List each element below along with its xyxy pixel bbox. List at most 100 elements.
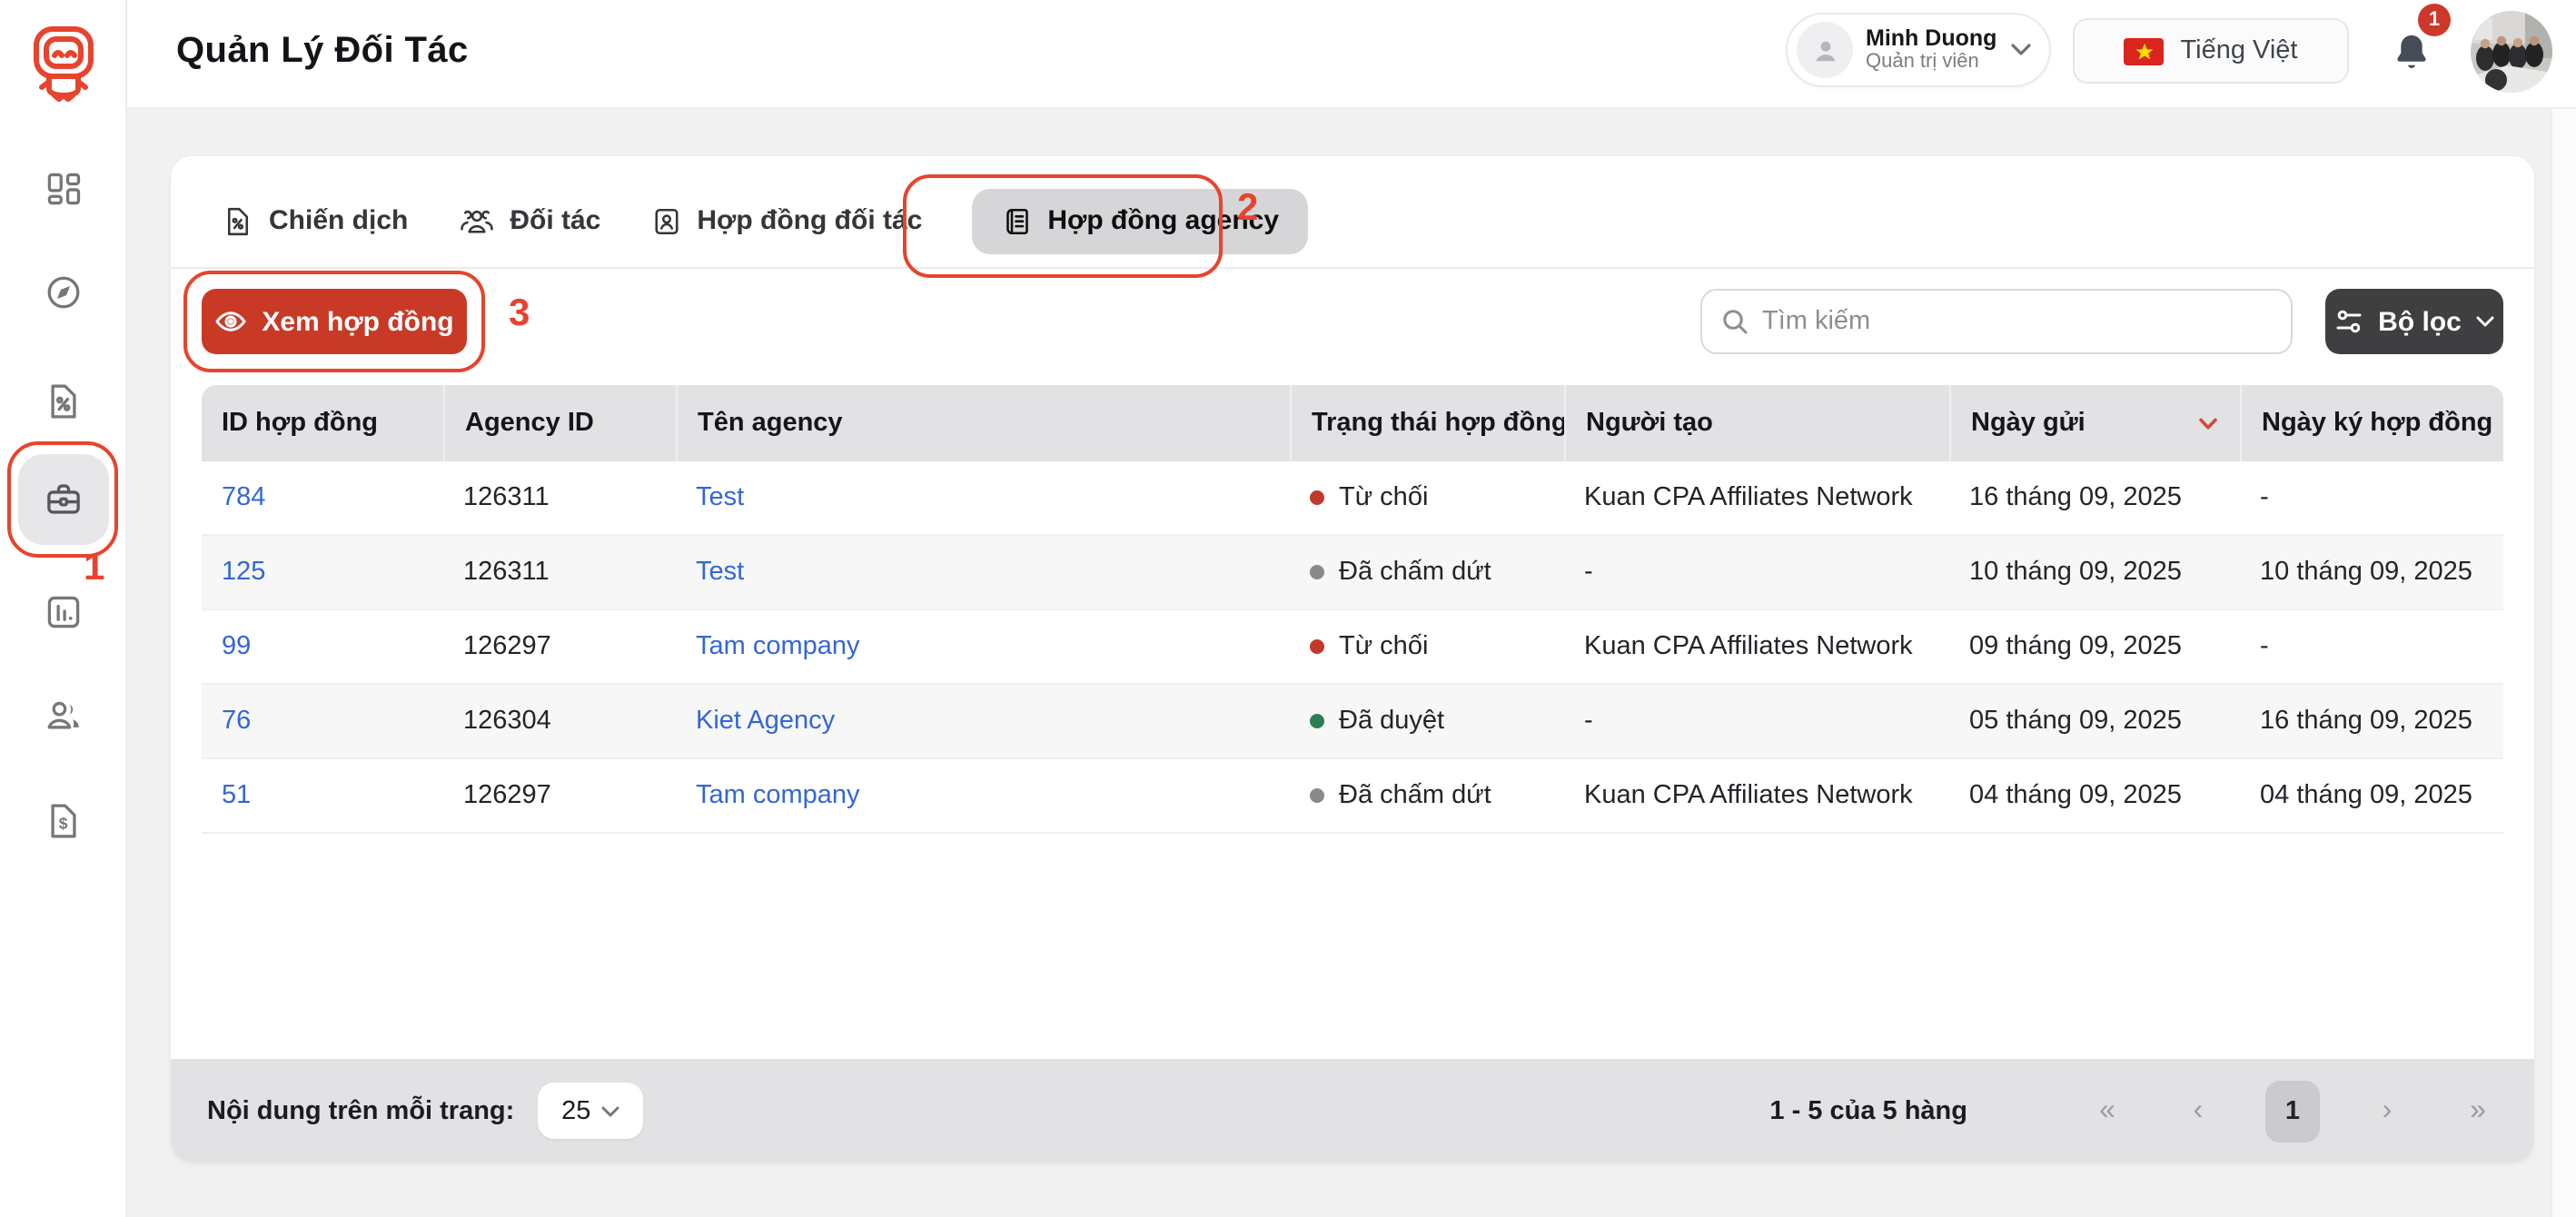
filter-label: Bộ lọc [2378,306,2462,337]
sidebar-item-partner-management[interactable] [18,454,109,545]
per-page-label: Nội dung trên mỗi trang: [207,1096,514,1125]
search-input[interactable] [1762,307,2273,336]
tabs-row: Chiến dịch Đối tác Hợp đồng đối [171,156,2534,269]
table-row: 125 126311 Test Đã chấm dứt - 10 tháng 0… [202,536,2503,610]
cell-creator: - [1564,685,1949,757]
table-row: 76 126304 Kiet Agency Đã duyệt - 05 thán… [202,685,2503,759]
cell-status: Từ chối [1290,461,1564,534]
dashboard-icon [44,169,84,209]
per-page-select[interactable]: 25 [538,1083,643,1139]
cell-status: Đã duyệt [1290,685,1564,757]
sidebar: $ [0,0,127,1217]
status-dot-icon [1310,788,1324,803]
tab-hop-dong-doi-tac[interactable]: Hợp đồng đối tác [649,204,922,237]
cell-signed-date: 04 tháng 09, 2025 [2240,759,2503,832]
content-card: Chiến dịch Đối tác Hợp đồng đối [171,156,2534,1163]
tab-label: Chiến dịch [269,205,408,236]
view-contract-button[interactable]: Xem hợp đồng [202,289,467,354]
view-contract-label: Xem hợp đồng [262,306,453,337]
cell-agency-name: Tam company [676,759,1290,832]
cell-agency-name: Kiet Agency [676,685,1290,757]
contract-id-link[interactable]: 784 [222,483,265,512]
current-page[interactable]: 1 [2265,1080,2320,1142]
cell-agency-id: 126304 [443,685,676,757]
column-header-agency-name[interactable]: Tên agency [676,385,1290,461]
user-texts: Minh Duong Quản trị viên [1866,25,1998,74]
tab-label: Đối tác [510,205,600,236]
last-page-button[interactable]: » [2454,1083,2502,1138]
cell-contract-id: 99 [202,610,443,683]
search-icon [1720,307,1749,336]
contract-id-link[interactable]: 99 [222,632,251,661]
user-menu[interactable]: Minh Duong Quản trị viên [1786,13,2051,87]
app-root: $ Quản Lý Đối Tác Minh Duong Quản trị vi… [0,0,2576,1217]
column-header-status[interactable]: Trạng thái hợp đồng [1290,385,1564,461]
sidebar-item-campaign-contracts[interactable] [18,356,109,447]
notification-badge: 1 [2418,4,2451,36]
agency-name-link[interactable]: Test [696,558,744,587]
sidebar-item-reports[interactable] [18,567,109,658]
contract-id-link[interactable]: 76 [222,707,251,736]
cell-contract-id: 51 [202,759,443,832]
cell-creator: Kuan CPA Affiliates Network [1564,610,1949,683]
cell-agency-name: Test [676,461,1290,534]
column-header-sent-date[interactable]: Ngày gửi [1949,385,2240,461]
status-dot-icon [1310,490,1324,505]
svg-text:$: $ [59,814,68,832]
profile-avatar[interactable] [2471,11,2552,93]
eye-icon [214,305,247,338]
table-row: 99 126297 Tam company Từ chối Kuan CPA A… [202,610,2503,685]
previous-page-button[interactable]: ‹ [2175,1083,2222,1138]
agency-name-link[interactable]: Tam company [696,632,860,661]
chevron-down-icon [2011,44,2031,56]
sliders-icon [2334,307,2363,336]
status-label: Từ chối [1339,632,1428,661]
sidebar-item-dashboard[interactable] [18,143,109,234]
scrollbar[interactable] [2551,0,2576,1217]
cell-creator: Kuan CPA Affiliates Network [1564,759,1949,832]
tab-doi-tac[interactable]: Đối tác [457,204,600,237]
contract-id-link[interactable]: 125 [222,558,265,587]
cell-agency-id: 126311 [443,461,676,534]
tab-hop-dong-agency[interactable]: Hợp đồng agency [971,188,1308,253]
sort-desc-icon [2198,417,2218,430]
column-header-creator[interactable]: Người tạo [1564,385,1949,461]
chevron-down-icon [2476,316,2494,327]
agency-name-link[interactable]: Kiet Agency [696,707,835,736]
sidebar-item-users[interactable] [18,670,109,761]
agency-name-link[interactable]: Tam company [696,781,860,810]
status-dot-icon [1310,565,1324,579]
sidebar-item-billing[interactable]: $ [18,776,109,866]
search-box [1700,289,2293,354]
status-label: Từ chối [1339,483,1428,512]
app-logo-robot-icon[interactable] [27,18,100,105]
cell-status: Đã chấm dứt [1290,759,1564,832]
per-page-value: 25 [561,1096,590,1125]
cell-sent-date: 10 tháng 09, 2025 [1949,536,2240,608]
status-dot-icon [1310,639,1324,654]
filter-button[interactable]: Bộ lọc [2325,289,2503,354]
tab-chien-dich[interactable]: Chiến dịch [222,204,408,237]
pagination-footer: Nội dung trên mỗi trang: 25 1 - 5 của 5 … [171,1059,2534,1163]
cell-status: Từ chối [1290,610,1564,683]
sidebar-item-discover[interactable] [18,247,109,338]
agency-name-link[interactable]: Test [696,483,744,512]
tab-label: Hợp đồng đối tác [697,205,922,236]
cell-contract-id: 125 [202,536,443,608]
compass-icon [44,272,84,312]
table-row: 784 126311 Test Từ chối Kuan CPA Affilia… [202,461,2503,536]
first-page-button[interactable]: « [2084,1083,2131,1138]
column-header-signed-date[interactable]: Ngày ký hợp đồng [2240,385,2503,461]
next-page-button[interactable]: › [2363,1083,2411,1138]
cell-signed-date: 10 tháng 09, 2025 [2240,536,2503,608]
contract-icon [1000,204,1033,237]
contract-id-link[interactable]: 51 [222,781,251,810]
column-header-id[interactable]: ID hợp đồng [202,385,443,461]
chevron-down-icon [601,1105,619,1116]
pagination-controls: 1 - 5 của 5 hàng « ‹ 1 › » [1769,1080,2502,1142]
page-title: Quản Lý Đối Tác [176,31,469,73]
language-switcher[interactable]: Tiếng Việt [2073,18,2349,84]
briefcase-icon [44,480,84,519]
column-header-agency-id[interactable]: Agency ID [443,385,676,461]
toolbar: Xem hợp đồng Bộ lọc [202,289,2503,354]
